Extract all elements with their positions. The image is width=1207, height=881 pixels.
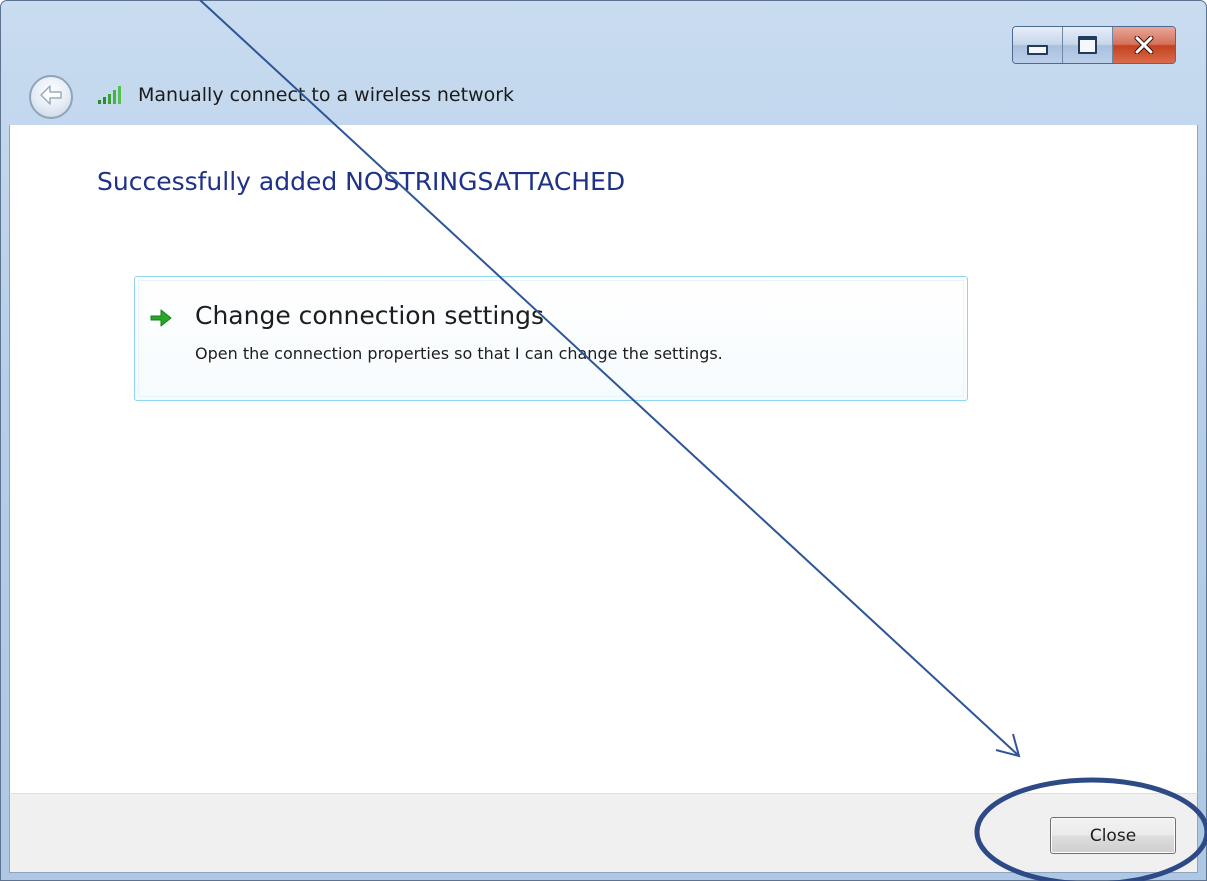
caption-buttons — [1012, 26, 1176, 64]
maximize-icon — [1078, 36, 1097, 54]
close-button[interactable]: Close — [1050, 817, 1176, 854]
minimize-button[interactable] — [1013, 27, 1063, 63]
page-heading: Successfully added NOSTRINGSATTACHED — [97, 167, 626, 196]
minimize-icon — [1027, 45, 1048, 55]
close-window-button[interactable] — [1113, 27, 1175, 63]
wireless-signal-icon — [96, 85, 126, 105]
content-area: Successfully added NOSTRINGSATTACHED Cha… — [9, 125, 1198, 793]
back-button[interactable] — [29, 75, 73, 119]
title-bar: Manually connect to a wireless network — [1, 1, 1206, 125]
close-icon — [1134, 36, 1154, 54]
maximize-button[interactable] — [1063, 27, 1113, 63]
dialog-window: Manually connect to a wireless network S… — [0, 0, 1207, 881]
command-link-title: Change connection settings — [195, 301, 545, 330]
footer-bar: Close — [9, 793, 1198, 873]
title-area: Manually connect to a wireless network — [96, 81, 514, 109]
back-arrow-icon — [38, 84, 64, 110]
window-title: Manually connect to a wireless network — [138, 84, 515, 106]
command-link-description: Open the connection properties so that I… — [195, 344, 723, 363]
green-arrow-icon — [149, 307, 173, 329]
change-connection-settings-link[interactable]: Change connection settings Open the conn… — [134, 276, 968, 401]
